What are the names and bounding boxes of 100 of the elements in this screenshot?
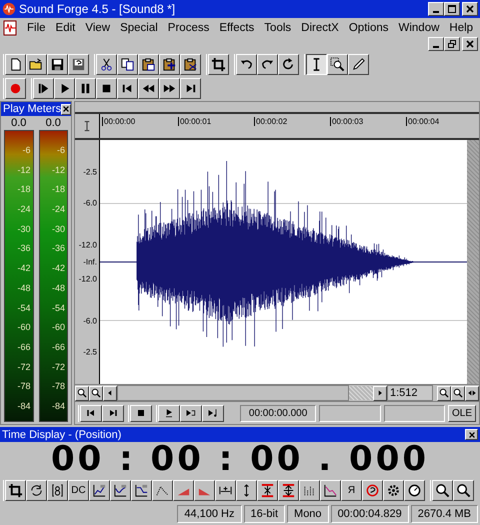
toolbar-button[interactable]: DC: [68, 480, 89, 500]
swirl-icon: [365, 482, 380, 498]
scale-label: -12: [17, 164, 30, 175]
magnifier-icon: [91, 388, 101, 398]
clipboard-icon: [183, 56, 198, 72]
play-note-icon: [207, 407, 219, 419]
ruler-label: 00:00:04: [406, 117, 440, 126]
scrollbar[interactable]: [467, 140, 479, 384]
maximize-button[interactable]: [444, 2, 460, 16]
minimize-icon: [433, 11, 439, 13]
menu-item[interactable]: Tools: [259, 22, 296, 34]
scale-label: -36: [52, 243, 65, 254]
scale-label: -48: [52, 282, 65, 293]
close-button[interactable]: [462, 37, 478, 51]
scale-label: -6: [56, 145, 65, 155]
transport-button[interactable]: [130, 404, 152, 422]
magnifier-icon: [456, 482, 471, 498]
menu-item[interactable]: File: [22, 22, 51, 34]
panel-title: Time Display - (Position): [2, 428, 122, 440]
document-waveform-icon[interactable]: [2, 20, 18, 36]
skip-to-start-icon: [85, 407, 97, 419]
scale-label: -42: [52, 263, 65, 274]
panel-title: Play Meters: [3, 103, 62, 115]
status-field: [319, 404, 381, 422]
axis-label: -6.0: [83, 316, 97, 326]
zoom-in-button[interactable]: [89, 386, 103, 400]
play-icon: [163, 407, 175, 419]
restore-button[interactable]: [444, 37, 460, 51]
zoom-ratio: 1:512: [387, 385, 433, 401]
eq-graph-icon: [92, 482, 107, 498]
axis-label: -12.0: [78, 274, 97, 284]
eq-graph-icon: [113, 482, 128, 498]
scale-label: -66: [52, 342, 65, 352]
menu-item[interactable]: Edit: [50, 22, 80, 34]
close-icon: [465, 39, 475, 49]
scale-label: -54: [52, 302, 65, 312]
close-button[interactable]: [462, 2, 478, 16]
maximize-icon: [447, 4, 457, 14]
toolbar-button[interactable]: Я: [341, 480, 362, 500]
menu-item[interactable]: View: [80, 22, 116, 34]
scale-label: -66: [17, 342, 30, 352]
menu-item[interactable]: Effects: [214, 22, 260, 34]
menu-item[interactable]: Process: [162, 22, 214, 34]
scale-label: -18: [17, 184, 30, 194]
ruler-label: 00:00:02: [254, 117, 288, 126]
axis-label: -12.0: [78, 240, 97, 250]
menu-item[interactable]: Help: [444, 22, 478, 34]
folder-icon: [29, 56, 44, 72]
scale-label: -36: [17, 243, 30, 254]
zoom-out-button[interactable]: [75, 386, 89, 400]
minimize-button[interactable]: [428, 2, 444, 16]
transport-button[interactable]: [202, 404, 224, 422]
ruler-label: 00:00:03: [330, 117, 364, 126]
menu-item[interactable]: Window: [394, 22, 444, 34]
scale-label: -54: [17, 302, 30, 312]
magnifier-icon: [439, 388, 449, 398]
axis-label: -6.0: [83, 198, 97, 208]
line-graph-icon: [323, 482, 338, 498]
transport-button[interactable]: [102, 404, 124, 422]
scale-label: -48: [17, 282, 30, 293]
scroll-left-button[interactable]: [103, 386, 117, 400]
magnifier-icon: [453, 388, 463, 398]
scroll-thumb[interactable]: [349, 386, 373, 400]
close-button[interactable]: [465, 429, 478, 440]
scroll-right-button[interactable]: [373, 386, 387, 400]
minimize-button[interactable]: [428, 37, 444, 51]
scissors-icon: [99, 56, 114, 72]
close-icon: [465, 4, 475, 14]
transport-button[interactable]: [158, 404, 180, 422]
scale-label: -84: [52, 400, 65, 411]
menu-item[interactable]: DirectX: [296, 22, 344, 34]
status-field: 2670.4 MB: [410, 505, 478, 523]
scale-label: -78: [52, 381, 65, 392]
clipboard-icon: [141, 56, 156, 72]
peak-reading: 0.0: [44, 116, 62, 130]
transport-button[interactable]: [80, 404, 102, 422]
eq-graph-icon: [134, 482, 149, 498]
crop-icon: [211, 56, 226, 72]
scale-label: -84: [17, 400, 30, 411]
scale-label: -30: [52, 224, 65, 234]
scale-label: -72: [52, 362, 65, 372]
resize-button[interactable]: [465, 386, 479, 400]
menu-item[interactable]: Special: [115, 22, 163, 34]
restore-icon: [447, 39, 457, 49]
expand-icon: [281, 482, 296, 498]
toolbar-button[interactable]: [306, 54, 327, 74]
close-icon: [62, 105, 70, 113]
minimize-icon: [433, 46, 439, 48]
scale-label: -60: [17, 322, 30, 332]
peak-reading: 0.0: [10, 116, 28, 130]
zoom-button[interactable]: [437, 386, 451, 400]
close-button[interactable]: [61, 104, 72, 114]
transport-button[interactable]: [180, 404, 202, 422]
ole-button[interactable]: OLE: [448, 404, 476, 422]
skip-to-end-icon: [107, 407, 119, 419]
scale-label: -24: [52, 204, 65, 214]
menu-item[interactable]: Options: [344, 22, 394, 34]
zoom-button[interactable]: [451, 386, 465, 400]
copy-icon: [120, 56, 135, 72]
scale-label: -12: [52, 164, 65, 175]
